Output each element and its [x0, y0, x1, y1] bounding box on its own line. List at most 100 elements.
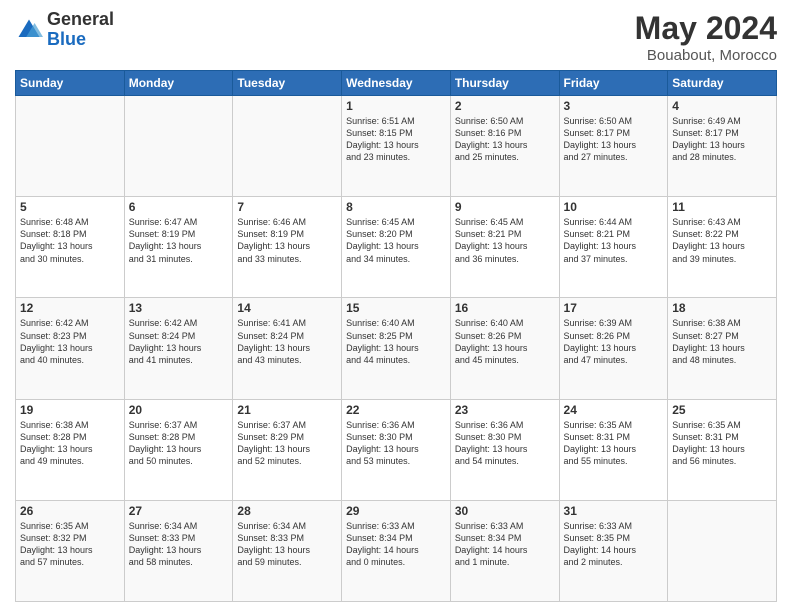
cell-date-19: 19: [20, 403, 120, 417]
week-row-1: 1Sunrise: 6:51 AM Sunset: 8:15 PM Daylig…: [16, 96, 777, 197]
cell-info-1: Sunrise: 6:51 AM Sunset: 8:15 PM Dayligh…: [346, 115, 446, 164]
cell-info-23: Sunrise: 6:36 AM Sunset: 8:30 PM Dayligh…: [455, 419, 555, 468]
calendar-cell-w3-d7: 18Sunrise: 6:38 AM Sunset: 8:27 PM Dayli…: [668, 298, 777, 399]
calendar-cell-w5-d2: 27 Sunrise: 6:34 AM Sunset: 8:33 PM Dayli…: [124, 500, 233, 601]
calendar-cell-w2-d7: 11 Sunrise: 6:43 AM Sunset: 8:22 PM Dayli…: [668, 197, 777, 298]
cell-info-26: Sunrise: 6:35 AM Sunset: 8:32 PM Dayligh…: [20, 520, 120, 569]
cell-info-28: Sunrise: 6:34 AM Sunset: 8:33 PM Dayligh…: [237, 520, 337, 569]
cell-date-14: 14: [237, 301, 337, 315]
cell-date-25: 25: [672, 403, 772, 417]
calendar-cell-w5-d4: 29Sunrise: 6:33 AM Sunset: 8:34 PM Dayli…: [342, 500, 451, 601]
cell-info-7: Sunrise: 6:46 AM Sunset: 8:19 PM Dayligh…: [237, 216, 337, 265]
header-friday: Friday: [559, 71, 668, 96]
calendar-cell-w5-d1: 26 Sunrise: 6:35 AM Sunset: 8:32 PM Dayli…: [16, 500, 125, 601]
header-sunday: Sunday: [16, 71, 125, 96]
calendar-cell-w3-d6: 17 Sunrise: 6:39 AM Sunset: 8:26 PM Dayli…: [559, 298, 668, 399]
cell-info-12: Sunrise: 6:42 AM Sunset: 8:23 PM Dayligh…: [20, 317, 120, 366]
calendar-cell-w4-d4: 22 Sunrise: 6:36 AM Sunset: 8:30 PM Dayli…: [342, 399, 451, 500]
calendar-cell-w1-d4: 1Sunrise: 6:51 AM Sunset: 8:15 PM Daylig…: [342, 96, 451, 197]
cell-info-4: Sunrise: 6:49 AM Sunset: 8:17 PM Dayligh…: [672, 115, 772, 164]
calendar-cell-w1-d3: [233, 96, 342, 197]
title-block: May 2024 Bouabout, Morocco: [635, 10, 777, 64]
cell-info-17: Sunrise: 6:39 AM Sunset: 8:26 PM Dayligh…: [564, 317, 664, 366]
calendar-cell-w1-d5: 2 Sunrise: 6:50 AM Sunset: 8:16 PM Daylig…: [450, 96, 559, 197]
cell-date-28: 28: [237, 504, 337, 518]
cell-info-5: Sunrise: 6:48 AM Sunset: 8:18 PM Dayligh…: [20, 216, 120, 265]
cell-date-8: 8: [346, 200, 446, 214]
cell-date-29: 29: [346, 504, 446, 518]
calendar-cell-w4-d5: 23 Sunrise: 6:36 AM Sunset: 8:30 PM Dayli…: [450, 399, 559, 500]
header-thursday: Thursday: [450, 71, 559, 96]
week-row-2: 5 Sunrise: 6:48 AM Sunset: 8:18 PM Daylig…: [16, 197, 777, 298]
cell-info-11: Sunrise: 6:43 AM Sunset: 8:22 PM Dayligh…: [672, 216, 772, 265]
calendar-cell-w5-d3: 28 Sunrise: 6:34 AM Sunset: 8:33 PM Dayli…: [233, 500, 342, 601]
calendar-cell-w4-d2: 20Sunrise: 6:37 AM Sunset: 8:28 PM Dayli…: [124, 399, 233, 500]
calendar-cell-w4-d7: 25 Sunrise: 6:35 AM Sunset: 8:31 PM Dayli…: [668, 399, 777, 500]
month-year-title: May 2024: [635, 10, 777, 47]
calendar-cell-w5-d5: 30 Sunrise: 6:33 AM Sunset: 8:34 PM Dayli…: [450, 500, 559, 601]
calendar-cell-w4-d6: 24 Sunrise: 6:35 AM Sunset: 8:31 PM Dayli…: [559, 399, 668, 500]
calendar-cell-w4-d1: 19Sunrise: 6:38 AM Sunset: 8:28 PM Dayli…: [16, 399, 125, 500]
calendar-cell-w3-d1: 12 Sunrise: 6:42 AM Sunset: 8:23 PM Dayli…: [16, 298, 125, 399]
calendar-cell-w4-d3: 21 Sunrise: 6:37 AM Sunset: 8:29 PM Dayli…: [233, 399, 342, 500]
cell-info-22: Sunrise: 6:36 AM Sunset: 8:30 PM Dayligh…: [346, 419, 446, 468]
cell-info-3: Sunrise: 6:50 AM Sunset: 8:17 PM Dayligh…: [564, 115, 664, 164]
cell-date-31: 31: [564, 504, 664, 518]
cell-date-7: 7: [237, 200, 337, 214]
cell-date-10: 10: [564, 200, 664, 214]
cell-info-2: Sunrise: 6:50 AM Sunset: 8:16 PM Dayligh…: [455, 115, 555, 164]
cell-info-13: Sunrise: 6:42 AM Sunset: 8:24 PM Dayligh…: [129, 317, 229, 366]
cell-date-22: 22: [346, 403, 446, 417]
calendar-cell-w3-d2: 13Sunrise: 6:42 AM Sunset: 8:24 PM Dayli…: [124, 298, 233, 399]
cell-info-15: Sunrise: 6:40 AM Sunset: 8:25 PM Dayligh…: [346, 317, 446, 366]
header-wednesday: Wednesday: [342, 71, 451, 96]
cell-date-11: 11: [672, 200, 772, 214]
calendar-cell-w3-d5: 16Sunrise: 6:40 AM Sunset: 8:26 PM Dayli…: [450, 298, 559, 399]
calendar-cell-w1-d2: [124, 96, 233, 197]
calendar-cell-w2-d5: 9Sunrise: 6:45 AM Sunset: 8:21 PM Daylig…: [450, 197, 559, 298]
calendar-cell-w2-d3: 7 Sunrise: 6:46 AM Sunset: 8:19 PM Daylig…: [233, 197, 342, 298]
cell-info-21: Sunrise: 6:37 AM Sunset: 8:29 PM Dayligh…: [237, 419, 337, 468]
calendar-cell-w3-d4: 15 Sunrise: 6:40 AM Sunset: 8:25 PM Dayli…: [342, 298, 451, 399]
cell-date-5: 5: [20, 200, 120, 214]
cell-info-27: Sunrise: 6:34 AM Sunset: 8:33 PM Dayligh…: [129, 520, 229, 569]
cell-date-30: 30: [455, 504, 555, 518]
calendar-cell-w5-d6: 31Sunrise: 6:33 AM Sunset: 8:35 PM Dayli…: [559, 500, 668, 601]
cell-info-8: Sunrise: 6:45 AM Sunset: 8:20 PM Dayligh…: [346, 216, 446, 265]
cell-date-20: 20: [129, 403, 229, 417]
cell-info-25: Sunrise: 6:35 AM Sunset: 8:31 PM Dayligh…: [672, 419, 772, 468]
cell-info-30: Sunrise: 6:33 AM Sunset: 8:34 PM Dayligh…: [455, 520, 555, 569]
calendar-cell-w5-d7: [668, 500, 777, 601]
cell-date-17: 17: [564, 301, 664, 315]
cell-date-15: 15: [346, 301, 446, 315]
logo-general-text: General: [47, 10, 114, 30]
header-tuesday: Tuesday: [233, 71, 342, 96]
header-saturday: Saturday: [668, 71, 777, 96]
cell-date-23: 23: [455, 403, 555, 417]
week-row-5: 26 Sunrise: 6:35 AM Sunset: 8:32 PM Dayli…: [16, 500, 777, 601]
calendar-cell-w3-d3: 14Sunrise: 6:41 AM Sunset: 8:24 PM Dayli…: [233, 298, 342, 399]
cell-date-26: 26: [20, 504, 120, 518]
cell-info-18: Sunrise: 6:38 AM Sunset: 8:27 PM Dayligh…: [672, 317, 772, 366]
calendar-cell-w1-d6: 3 Sunrise: 6:50 AM Sunset: 8:17 PM Daylig…: [559, 96, 668, 197]
calendar-table: Sunday Monday Tuesday Wednesday Thursday…: [15, 70, 777, 602]
cell-date-24: 24: [564, 403, 664, 417]
cell-date-6: 6: [129, 200, 229, 214]
logo-blue-text: Blue: [47, 30, 114, 50]
cell-date-21: 21: [237, 403, 337, 417]
calendar-cell-w2-d4: 8 Sunrise: 6:45 AM Sunset: 8:20 PM Daylig…: [342, 197, 451, 298]
cell-info-24: Sunrise: 6:35 AM Sunset: 8:31 PM Dayligh…: [564, 419, 664, 468]
cell-date-27: 27: [129, 504, 229, 518]
header: General Blue May 2024 Bouabout, Morocco: [15, 10, 777, 64]
cell-info-6: Sunrise: 6:47 AM Sunset: 8:19 PM Dayligh…: [129, 216, 229, 265]
weekday-header-row: Sunday Monday Tuesday Wednesday Thursday…: [16, 71, 777, 96]
location-subtitle: Bouabout, Morocco: [635, 47, 777, 64]
logo-text: General Blue: [47, 10, 114, 50]
week-row-4: 19Sunrise: 6:38 AM Sunset: 8:28 PM Dayli…: [16, 399, 777, 500]
cell-date-3: 3: [564, 99, 664, 113]
cell-date-2: 2: [455, 99, 555, 113]
week-row-3: 12 Sunrise: 6:42 AM Sunset: 8:23 PM Dayli…: [16, 298, 777, 399]
cell-info-16: Sunrise: 6:40 AM Sunset: 8:26 PM Dayligh…: [455, 317, 555, 366]
cell-date-12: 12: [20, 301, 120, 315]
cell-date-9: 9: [455, 200, 555, 214]
